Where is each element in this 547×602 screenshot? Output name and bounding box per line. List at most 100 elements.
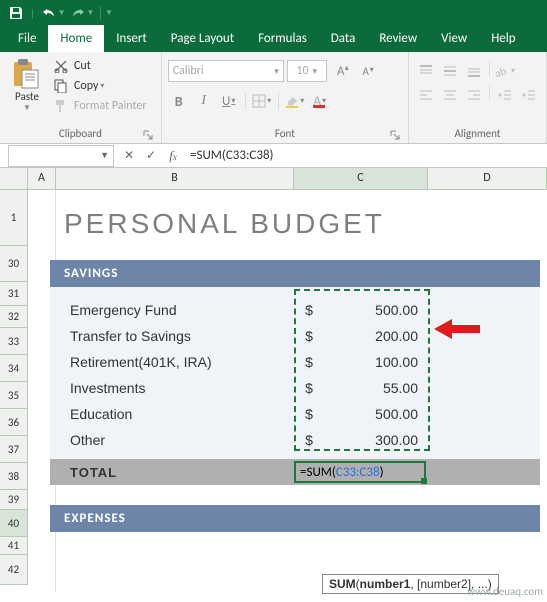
italic-button[interactable]: I [193, 90, 215, 112]
tab-review[interactable]: Review [367, 25, 429, 52]
currency: $ [294, 432, 324, 448]
cut-label: Cut [74, 59, 91, 73]
row-header[interactable]: 30 [0, 246, 28, 282]
total-row[interactable]: TOTAL =SUM(C33:C38) [50, 459, 540, 485]
underline-button[interactable]: U▾ [218, 90, 240, 112]
format-painter-button[interactable]: Format Painter [52, 96, 155, 116]
paste-button[interactable]: Paste ▼ [6, 56, 48, 125]
currency: $ [294, 406, 324, 422]
currency: $ [294, 328, 324, 344]
formula-bar-row: ▼ ✕ ✓ fx =SUM(C33:C38) [0, 144, 547, 168]
save-icon[interactable] [4, 2, 28, 24]
ribbon: Paste ▼ Cut Copy ▾ Format Painter [0, 52, 547, 144]
name-box-dropdown-icon[interactable]: ▼ [100, 150, 109, 161]
col-header-D[interactable]: D [428, 168, 547, 189]
row-header[interactable]: 32 [0, 306, 28, 328]
font-color-icon[interactable]: A▾ [309, 90, 331, 112]
row-header[interactable]: 41 [0, 537, 28, 555]
tab-help[interactable]: Help [479, 25, 527, 52]
row-header[interactable]: 31 [0, 282, 28, 306]
item-label: Education [50, 406, 294, 422]
increase-font-icon[interactable]: A▴ [330, 60, 352, 82]
item-value: 100.00 [324, 354, 424, 370]
font-size-select[interactable]: 10 ▾ [287, 60, 327, 82]
undo-dropdown-icon[interactable]: ▼ [58, 8, 66, 18]
table-row[interactable]: Other $ 300.00 [50, 427, 540, 453]
fill-handle[interactable] [421, 478, 427, 484]
increase-indent-icon[interactable] [518, 85, 540, 105]
item-label: Emergency Fund [50, 302, 294, 318]
tab-home[interactable]: Home [48, 25, 104, 52]
col-header-C[interactable]: C [294, 168, 428, 189]
chevron-down-icon: ▾ [313, 66, 318, 77]
row-header[interactable]: 33 [0, 328, 28, 355]
row-header[interactable]: 39 [0, 490, 28, 510]
table-row[interactable]: Retirement(401K, IRA) $ 100.00 [50, 349, 540, 375]
clipboard-dialog-launcher-icon[interactable] [143, 130, 153, 140]
col-header-B[interactable]: B [56, 168, 294, 189]
group-label-clipboard: Clipboard [6, 125, 155, 143]
savings-body: Emergency Fund $ 500.00 Transfer to Savi… [50, 287, 540, 459]
currency: $ [294, 380, 324, 396]
formula-bar-input[interactable]: =SUM(C33:C38) [184, 148, 547, 163]
insert-function-icon[interactable]: fx [162, 145, 184, 167]
font-dialog-launcher-icon[interactable] [390, 130, 400, 140]
separator [278, 92, 279, 110]
qa-customize-icon[interactable]: ▼ [100, 6, 116, 20]
enter-formula-icon[interactable]: ✓ [140, 145, 162, 167]
format-painter-label: Format Painter [74, 99, 147, 113]
copy-dropdown-icon[interactable]: ▾ [100, 81, 104, 91]
font-name-value: Calibri [173, 64, 204, 78]
tab-formulas[interactable]: Formulas [246, 25, 319, 52]
font-name-select[interactable]: Calibri ▾ [168, 60, 284, 82]
table-row[interactable]: Education $ 500.00 [50, 401, 540, 427]
align-middle-icon[interactable] [439, 61, 461, 81]
table-row[interactable]: Investments $ 55.00 [50, 375, 540, 401]
tab-insert[interactable]: Insert [104, 25, 159, 52]
sheet-title[interactable]: PERSONAL BUDGET [28, 190, 547, 248]
cancel-formula-icon[interactable]: ✕ [118, 145, 140, 167]
item-value: 300.00 [324, 432, 424, 448]
section-expenses-header[interactable]: EXPENSES [50, 505, 540, 532]
tab-file[interactable]: File [6, 25, 48, 52]
cut-button[interactable]: Cut [52, 56, 155, 76]
format-painter-icon [52, 98, 70, 114]
borders-icon[interactable]: ▾ [251, 90, 273, 112]
select-all-button[interactable] [0, 168, 28, 189]
fill-color-icon[interactable]: ▾ [284, 90, 306, 112]
currency: $ [294, 354, 324, 370]
tab-page-layout[interactable]: Page Layout [159, 25, 246, 52]
decrease-font-icon[interactable]: A▾ [355, 60, 377, 82]
align-top-icon[interactable] [415, 61, 437, 81]
col-header-A[interactable]: A [28, 168, 56, 189]
paste-dropdown-icon[interactable]: ▼ [6, 103, 48, 113]
tab-data[interactable]: Data [319, 25, 368, 52]
orientation-icon[interactable]: ab▾ [494, 61, 516, 81]
align-left-icon[interactable] [415, 85, 437, 105]
align-bottom-icon[interactable] [463, 61, 485, 81]
row-header[interactable]: 42 [0, 555, 28, 585]
row-header[interactable]: 35 [0, 382, 28, 409]
row-header[interactable]: 36 [0, 409, 28, 436]
redo-dropdown-icon[interactable]: ▼ [87, 8, 95, 18]
bold-button[interactable]: B [168, 90, 190, 112]
tab-view[interactable]: View [429, 25, 479, 52]
formula-prefix: =SUM( [300, 465, 336, 480]
align-center-icon[interactable] [439, 85, 461, 105]
section-savings-header[interactable]: SAVINGS [50, 260, 540, 287]
decrease-indent-icon[interactable] [494, 85, 516, 105]
name-box[interactable]: ▼ [8, 145, 114, 167]
row-header[interactable]: 1 [0, 190, 28, 246]
cut-icon [52, 58, 70, 74]
copy-button[interactable]: Copy ▾ [52, 76, 155, 96]
align-right-icon[interactable] [463, 85, 485, 105]
font-size-value: 10 [296, 64, 308, 78]
separator [489, 61, 490, 77]
row-header[interactable]: 37 [0, 436, 28, 463]
row-header[interactable]: 34 [0, 355, 28, 382]
item-value: 500.00 [324, 302, 424, 318]
active-cell[interactable]: =SUM(C33:C38) [294, 461, 426, 483]
row-header[interactable]: 40 [0, 510, 28, 537]
row-header[interactable]: 38 [0, 463, 28, 490]
item-value: 55.00 [324, 380, 424, 396]
